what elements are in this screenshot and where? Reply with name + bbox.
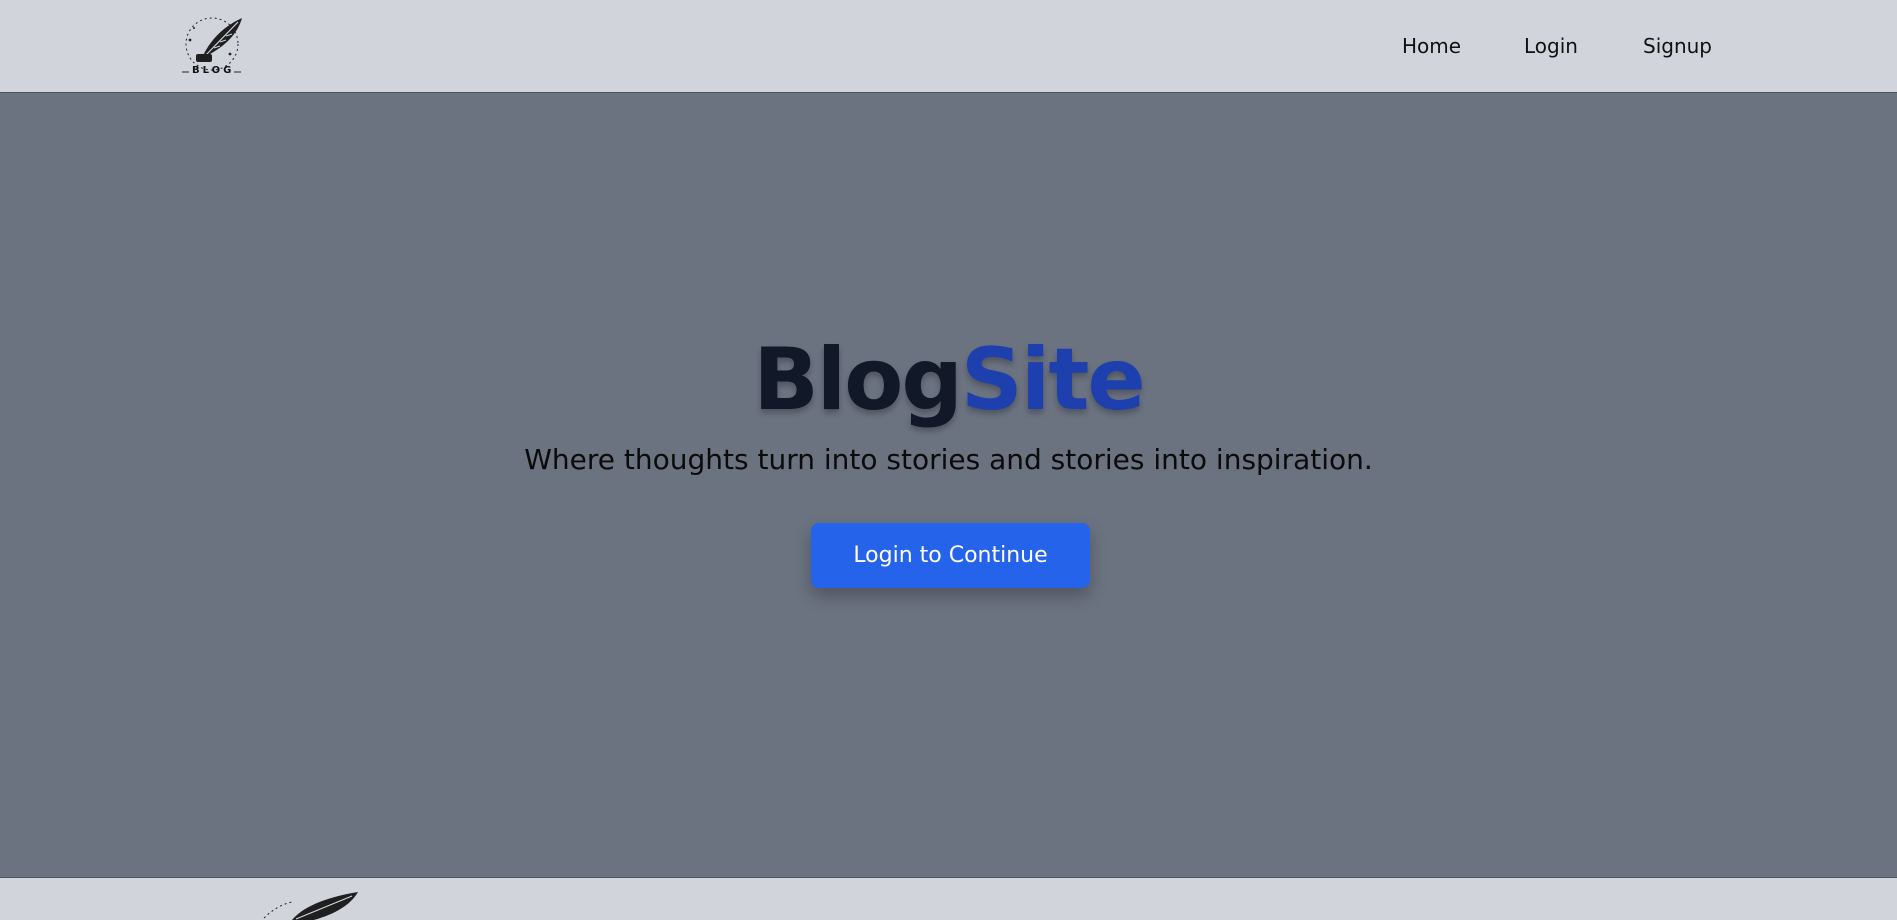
footer-quill-logo-icon bbox=[263, 892, 358, 920]
hero-title-blog: Blog bbox=[753, 330, 963, 430]
nav-link-home[interactable]: Home bbox=[1402, 34, 1461, 58]
hero-title: BlogSite bbox=[0, 330, 1897, 430]
footer bbox=[0, 877, 1897, 920]
footer-logo bbox=[262, 888, 362, 920]
hero-section: BlogSite Where thoughts turn into storie… bbox=[0, 94, 1897, 877]
hero-title-site: Site bbox=[960, 330, 1146, 430]
blog-logo[interactable]: BLOG bbox=[180, 14, 250, 80]
navbar: BLOG Home Login Signup bbox=[0, 0, 1897, 93]
hero-tagline: Where thoughts turn into stories and sto… bbox=[524, 443, 1373, 476]
nav-link-login[interactable]: Login bbox=[1524, 34, 1578, 58]
nav-link-signup[interactable]: Signup bbox=[1643, 34, 1712, 58]
login-to-continue-button[interactable]: Login to Continue bbox=[811, 523, 1090, 588]
logo-text: BLOG bbox=[192, 65, 235, 76]
